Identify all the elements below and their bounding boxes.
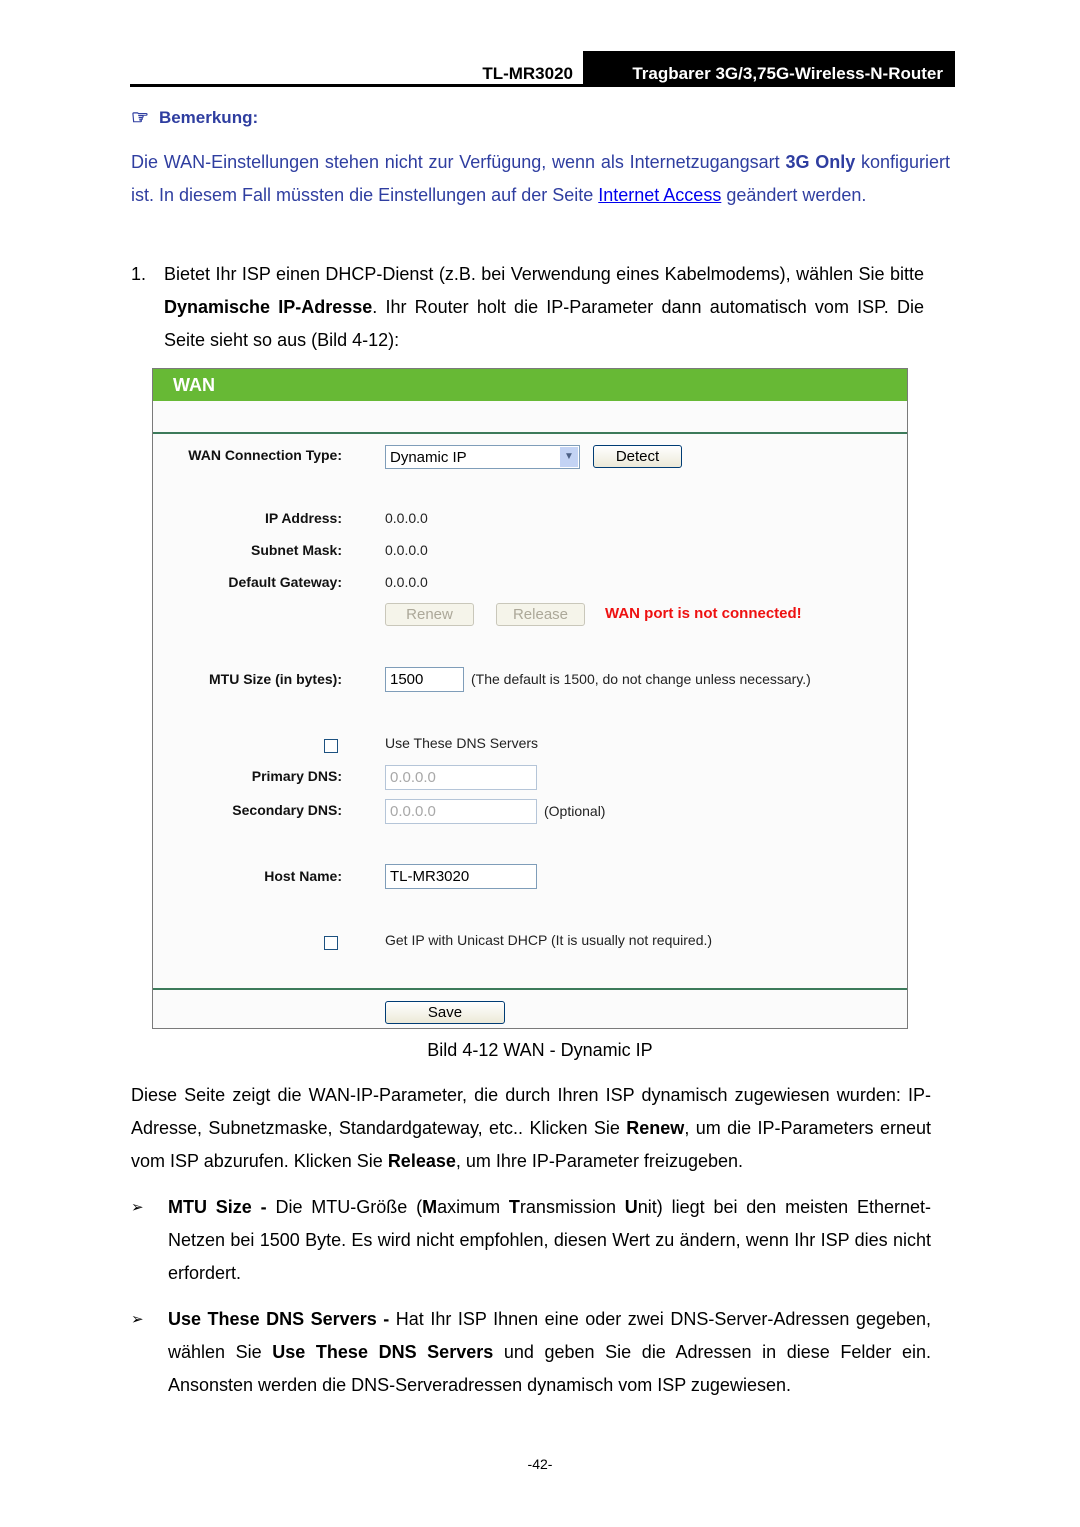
host-name-label: Host Name: [264,868,342,884]
bold-text: T [508,1197,520,1217]
detect-button[interactable]: Detect [593,445,682,468]
text: aximum [437,1197,509,1217]
divider [153,988,907,990]
text: Bietet Ihr ISP einen DHCP-Dienst (z.B. b… [164,264,924,284]
renew-button[interactable]: Renew [385,603,474,626]
page-number: -42- [527,1456,553,1472]
text: Die MTU-Größe ( [266,1197,423,1217]
bold-text: Renew [626,1118,685,1138]
header-title: Tragbarer 3G/3,75G-Wireless-N-Router [583,51,955,87]
bullet-text: MTU Size - Die MTU-Größe (Maximum Transm… [168,1191,931,1290]
use-dns-checkbox[interactable] [324,739,338,753]
default-gateway-label: Default Gateway: [228,574,342,590]
wan-settings-panel: WAN WAN Connection Type: Dynamic IP ▼ De… [152,368,908,1029]
error-message: WAN port is not connected! [605,605,802,622]
connection-type-label: WAN Connection Type: [188,447,342,463]
default-gateway-value: 0.0.0.0 [385,574,428,590]
header-rule [130,84,955,87]
note-text: Die WAN-Einstellungen stehen nicht zur V… [131,152,786,172]
bold-text: U [624,1197,638,1217]
bullet-item-dns: ➢ Use These DNS Servers - Hat Ihr ISP Ih… [131,1303,931,1402]
note-heading-text: Bemerkung: [158,108,259,127]
connection-type-select[interactable]: Dynamic IP ▼ [385,445,580,469]
note-bold: 3G Only [785,152,856,172]
bold-text: M [422,1197,438,1217]
secondary-dns-hint: (Optional) [544,803,606,819]
unicast-dhcp-checkbox[interactable] [324,936,338,950]
primary-dns-label: Primary DNS: [251,768,342,784]
text: ransmission [519,1197,625,1217]
wan-title-bar: WAN [153,369,907,401]
bold-text: Dynamische IP-Adresse [164,297,373,317]
ip-address-label: IP Address: [264,510,342,526]
subnet-mask-value: 0.0.0.0 [385,542,428,558]
chevron-down-icon[interactable]: ▼ [560,447,578,467]
note-body: Die WAN-Einstellungen stehen nicht zur V… [131,146,950,212]
bold-text: Use These DNS Servers - [168,1309,390,1329]
bullet-text: Use These DNS Servers - Hat Ihr ISP Ihne… [168,1303,931,1402]
text: , um Ihre IP-Parameter freizugeben. [455,1151,744,1171]
bullet-item-mtu: ➢ MTU Size - Die MTU-Größe (Maximum Tran… [131,1191,931,1290]
subnet-mask-label: Subnet Mask: [250,542,342,558]
list-number: 1. [131,264,147,284]
bold-text: MTU Size - [168,1197,267,1217]
page-header: TL-MR3020 Tragbarer 3G/3,75G-Wireless-N-… [130,51,955,87]
ip-address-value: 0.0.0.0 [385,510,428,526]
list-item: 1. Bietet Ihr ISP einen DHCP-Dienst (z.B… [131,258,924,357]
use-dns-label: Use These DNS Servers [385,735,539,751]
secondary-dns-label: Secondary DNS: [232,802,342,818]
bold-text: Use These DNS Servers [272,1342,494,1362]
note-text: geändert werden. [721,185,867,205]
bold-text: Release [387,1151,456,1171]
arrow-bullet-icon: ➢ [131,1199,144,1216]
release-button[interactable]: Release [496,603,585,626]
wan-title: WAN [173,375,215,395]
figure-caption: Bild 4-12 WAN - Dynamic IP [427,1040,653,1060]
internet-access-link[interactable]: Internet Access [598,185,721,205]
secondary-dns-input[interactable]: 0.0.0.0 [385,799,537,824]
arrow-bullet-icon: ➢ [131,1311,144,1328]
mtu-label: MTU Size (in bytes): [208,671,342,687]
note-heading: ☞ Bemerkung: [131,108,258,128]
mtu-input[interactable]: 1500 [385,667,464,692]
connection-type-value: Dynamic IP [390,449,467,466]
divider [153,432,907,434]
description-paragraph: Diese Seite zeigt die WAN-IP-Parameter, … [131,1079,931,1178]
unicast-dhcp-label: Get IP with Unicast DHCP (It is usually … [385,932,713,948]
pointing-hand-icon: ☞ [131,107,149,129]
save-button[interactable]: Save [385,1001,505,1024]
mtu-hint: (The default is 1500, do not change unle… [471,671,811,687]
primary-dns-input[interactable]: 0.0.0.0 [385,765,537,790]
list-text: Bietet Ihr ISP einen DHCP-Dienst (z.B. b… [164,258,924,357]
host-name-input[interactable]: TL-MR3020 [385,864,537,889]
header-model: TL-MR3020 [482,64,573,83]
